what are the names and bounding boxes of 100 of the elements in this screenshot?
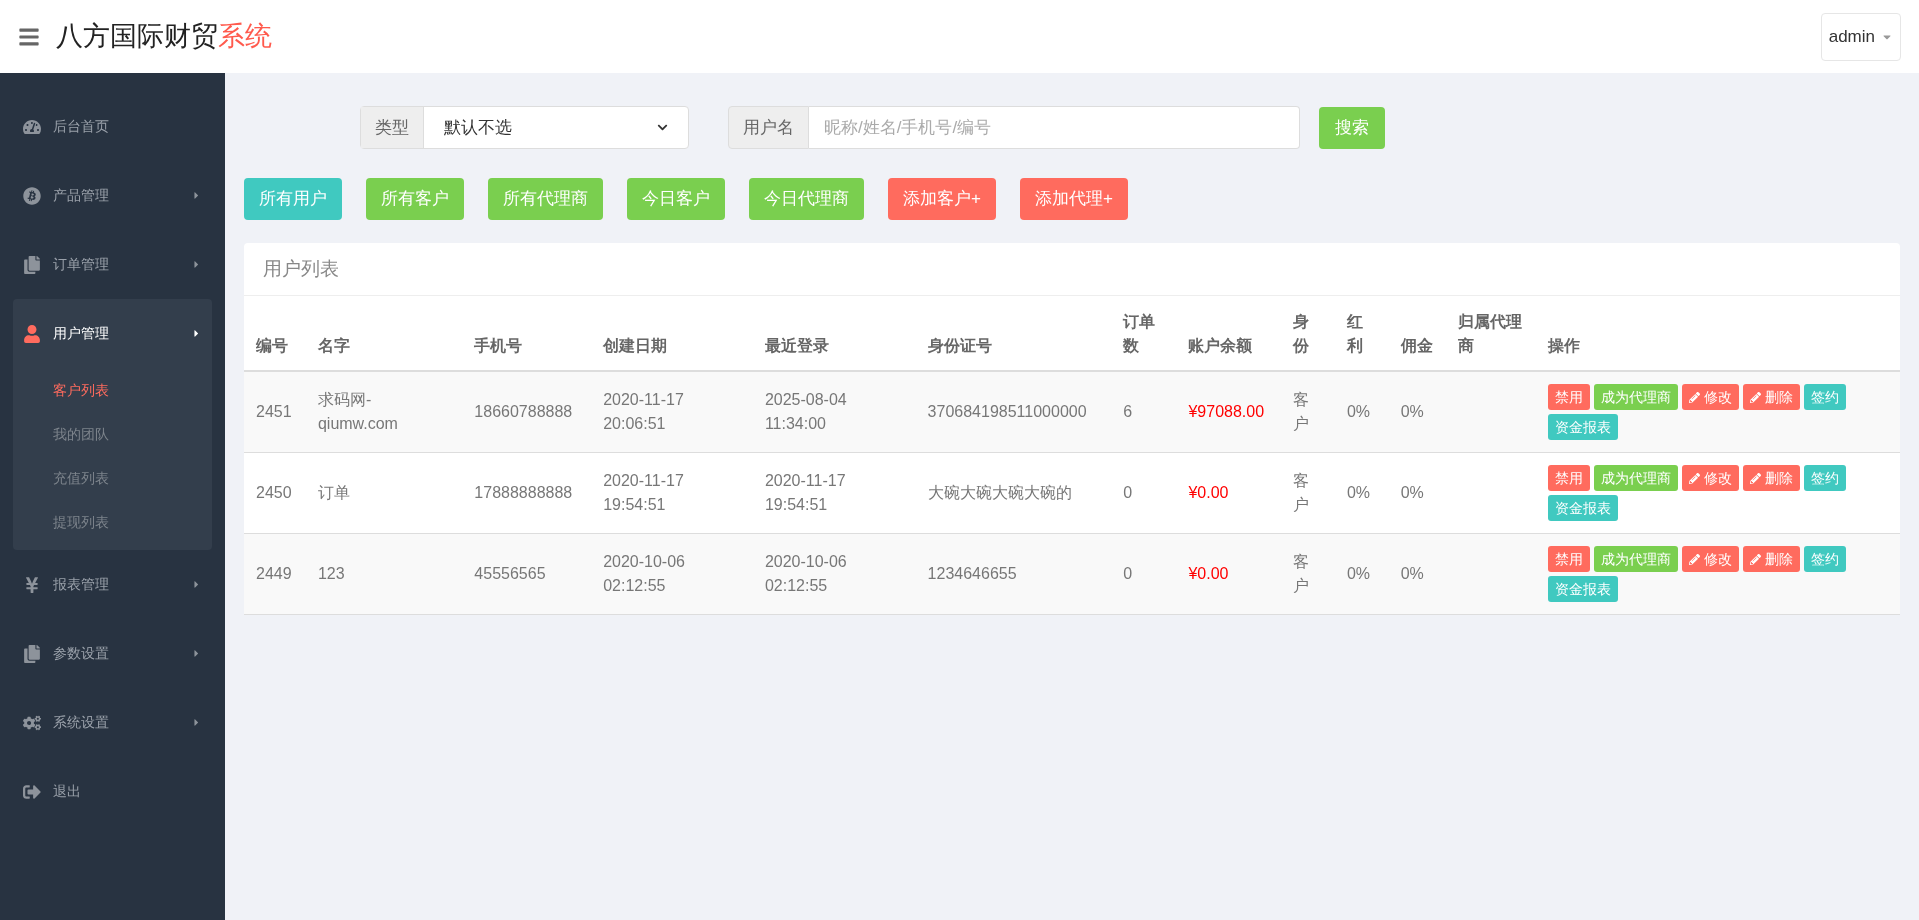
bitcoin-icon — [23, 186, 41, 205]
action-button[interactable]: 签约 — [1804, 384, 1846, 410]
gauge-icon — [23, 117, 41, 136]
action-button[interactable]: 成为代理商 — [1594, 546, 1678, 572]
filter-button[interactable]: 所有用户 — [244, 178, 342, 220]
column-header: 最近登录 — [752, 296, 916, 371]
table-cell: 0% — [1334, 533, 1389, 615]
sidebar-item[interactable]: 后台首页 — [13, 92, 212, 161]
sidebar-item[interactable]: 系统设置 — [13, 688, 212, 757]
panel-title: 用户列表 — [244, 243, 1900, 296]
column-header: 名字 — [305, 296, 463, 371]
table-cell: 订单 — [305, 452, 463, 534]
username-label: 用户名 — [728, 106, 809, 149]
action-button[interactable]: 删除 — [1743, 384, 1800, 410]
gears-icon — [23, 713, 41, 732]
table-cell: 0 — [1111, 452, 1177, 534]
table-cell: 123 — [305, 533, 463, 615]
filter-button[interactable]: 添加代理+ — [1019, 178, 1128, 220]
action-button[interactable]: 禁用 — [1548, 546, 1590, 572]
column-header: 创建日期 — [591, 296, 753, 371]
action-button[interactable]: 禁用 — [1548, 465, 1590, 491]
column-header: 账户余额 — [1176, 296, 1282, 371]
username-field[interactable]: 昵称/姓名/手机号/编号 — [809, 106, 1300, 149]
table-cell: 客户 — [1281, 371, 1335, 453]
balance-cell: ¥0.00 — [1176, 452, 1282, 534]
table-cell: 客户 — [1281, 533, 1335, 615]
column-header: 归属代理商 — [1446, 296, 1536, 371]
pencil-icon — [1689, 553, 1700, 565]
filter-button[interactable]: 添加客户+ — [888, 178, 996, 220]
sidebar-item[interactable]: 报表管理 — [13, 550, 212, 619]
action-button[interactable]: 禁用 — [1548, 384, 1590, 410]
table-cell: 2451 — [244, 371, 306, 453]
column-header: 手机号 — [462, 296, 592, 371]
documents-icon — [23, 255, 41, 274]
action-button[interactable]: 签约 — [1804, 465, 1846, 491]
balance-cell: ¥97088.00 — [1176, 371, 1282, 453]
table-cell: 0% — [1388, 371, 1447, 453]
pencil-icon — [1750, 391, 1761, 403]
column-header: 佣金 — [1388, 296, 1447, 371]
pencil-icon — [1750, 553, 1761, 565]
pencil-icon — [1689, 472, 1700, 484]
user-icon — [23, 324, 41, 343]
app-title: 八方国际财贸系统 — [56, 20, 272, 54]
table-cell: 客户 — [1281, 452, 1335, 534]
submenu-item[interactable]: 提现列表 — [13, 500, 212, 544]
table-cell: 2450 — [244, 452, 306, 534]
sidebar-item[interactable]: 订单管理 — [13, 230, 212, 299]
column-header: 订单数 — [1111, 296, 1177, 371]
action-button[interactable]: 成为代理商 — [1594, 384, 1678, 410]
sidebar-item[interactable]: 参数设置 — [13, 619, 212, 688]
yen-icon — [23, 575, 41, 594]
table-cell: 0% — [1388, 533, 1447, 615]
filter-button[interactable]: 所有客户 — [366, 178, 464, 220]
action-button[interactable]: 资金报表 — [1548, 414, 1618, 440]
sidebar-item[interactable]: 用户管理 — [13, 299, 212, 368]
table-cell: 0% — [1334, 371, 1389, 453]
table-cell: 大碗大碗大碗大碗的 — [915, 452, 1112, 534]
table-cell: 2020-11-17 19:54:51 — [752, 452, 916, 534]
sidebar-item[interactable]: 产品管理 — [13, 161, 212, 230]
action-button[interactable]: 修改 — [1682, 546, 1739, 572]
column-header: 操作 — [1536, 296, 1900, 371]
table-cell: 370684198511000000 — [915, 371, 1112, 453]
filter-button[interactable]: 所有代理商 — [488, 178, 603, 220]
table-cell: 17888888888 — [462, 452, 592, 534]
action-button[interactable]: 修改 — [1682, 465, 1739, 491]
submenu-item[interactable]: 我的团队 — [13, 412, 212, 456]
balance-cell: ¥0.00 — [1176, 533, 1282, 615]
table-cell: 6 — [1111, 371, 1177, 453]
table-cell: 2020-11-17 20:06:51 — [591, 371, 753, 453]
sidebar-item[interactable]: 退出 — [13, 757, 212, 826]
table-cell: 2020-10-06 02:12:55 — [752, 533, 916, 615]
action-button[interactable]: 资金报表 — [1548, 495, 1618, 521]
action-button[interactable]: 删除 — [1743, 465, 1800, 491]
table-cell: 0% — [1334, 452, 1389, 534]
table-cell: 2025-08-04 11:34:00 — [752, 371, 916, 453]
user-dropdown[interactable]: admin — [1820, 12, 1901, 61]
filter-button[interactable]: 今日代理商 — [749, 178, 864, 220]
submenu-item[interactable]: 充值列表 — [13, 456, 212, 500]
action-button[interactable]: 删除 — [1743, 546, 1800, 572]
table-cell: 0% — [1388, 452, 1447, 534]
table-cell: 2020-10-06 02:12:55 — [591, 533, 753, 615]
pencil-icon — [1750, 472, 1761, 484]
table-cell: 求码网-qiumw.com — [305, 371, 463, 453]
submenu-item[interactable]: 客户列表 — [13, 368, 212, 412]
table-cell: 0 — [1111, 533, 1177, 615]
sign-out-icon — [23, 782, 41, 801]
documents-icon — [23, 644, 41, 663]
column-header: 身份证号 — [915, 296, 1112, 371]
table-cell: 2020-11-17 19:54:51 — [591, 452, 753, 534]
search-button[interactable]: 搜索 — [1319, 106, 1385, 149]
action-button[interactable]: 资金报表 — [1548, 576, 1618, 602]
table-cell: 1234646655 — [915, 533, 1112, 615]
pencil-icon — [1689, 391, 1700, 403]
action-button[interactable]: 签约 — [1804, 546, 1846, 572]
action-button[interactable]: 修改 — [1682, 384, 1739, 410]
table-cell: 2449 — [244, 533, 306, 615]
filter-button[interactable]: 今日客户 — [627, 178, 725, 220]
action-button[interactable]: 成为代理商 — [1594, 465, 1678, 491]
table-cell: 18660788888 — [462, 371, 592, 453]
table-cell: 45556565 — [462, 533, 592, 615]
